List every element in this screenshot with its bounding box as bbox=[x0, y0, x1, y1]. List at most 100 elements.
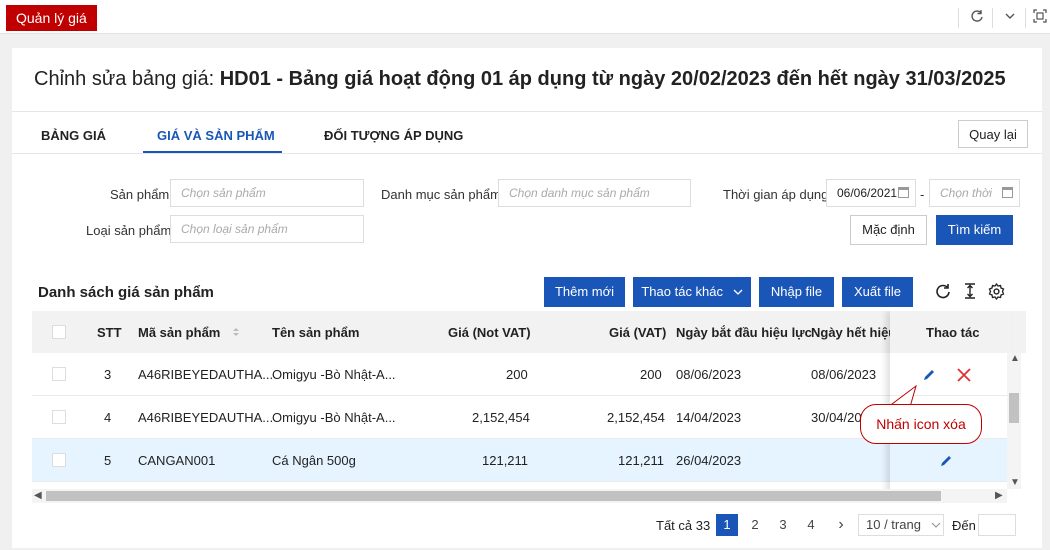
col-name: Tên sản phẩm bbox=[272, 325, 360, 340]
product-select[interactable]: Chọn sản phẩm bbox=[170, 179, 364, 207]
fullscreen-icon[interactable] bbox=[1031, 9, 1049, 27]
cell-name: Omigyu -Bò Nhật-A... bbox=[272, 410, 396, 425]
search-button[interactable]: Tìm kiếm bbox=[936, 215, 1013, 245]
cell-name: Omigyu -Bò Nhật-A... bbox=[272, 367, 396, 382]
chevron-down-icon bbox=[931, 522, 940, 528]
divider bbox=[12, 153, 1042, 154]
chevron-down-icon bbox=[733, 289, 743, 295]
table-row[interactable]: 5 CANGAN001 Cá Ngân 500g 121,211 121,211… bbox=[32, 439, 892, 482]
row-actions bbox=[890, 439, 1012, 482]
list-title: Danh sách giá sản phẩm bbox=[38, 284, 214, 301]
chevron-down-icon[interactable] bbox=[1001, 9, 1019, 27]
page-title: Chỉnh sửa bảng giá: HD01 - Bảng giá hoạt… bbox=[34, 68, 1006, 91]
title-prefix: Chỉnh sửa bảng giá: bbox=[34, 68, 220, 90]
vertical-scrollbar[interactable]: ▲ ▼ bbox=[1007, 353, 1021, 489]
page-3[interactable]: 3 bbox=[772, 514, 794, 536]
default-button[interactable]: Mặc định bbox=[850, 215, 927, 245]
col-code-label: Mã sản phẩm bbox=[138, 325, 221, 340]
sort-icon[interactable] bbox=[232, 326, 240, 338]
scroll-right-arrow[interactable]: ▶ bbox=[995, 490, 1003, 501]
tab-bang-gia[interactable]: BẢNG GIÁ bbox=[41, 128, 106, 143]
divider bbox=[958, 8, 959, 28]
scrollbar-thumb[interactable] bbox=[46, 491, 941, 501]
total-count: Tất cả 33 bbox=[656, 518, 711, 533]
date-from-value: 06/06/2021 bbox=[837, 186, 898, 200]
page-size-value: 10 / trang bbox=[866, 517, 921, 532]
app-tab[interactable]: Quản lý giá bbox=[6, 5, 97, 31]
actions-header: Thao tác bbox=[890, 311, 1012, 353]
product-label: Sản phẩm bbox=[110, 187, 170, 202]
page-2[interactable]: 2 bbox=[744, 514, 766, 536]
import-button[interactable]: Nhập file bbox=[759, 277, 834, 307]
row-checkbox[interactable] bbox=[52, 367, 66, 381]
cell-code: A46RIBEYEDAUTHA... bbox=[138, 367, 274, 382]
export-button[interactable]: Xuất file bbox=[842, 277, 913, 307]
cell-start-date: 26/04/2023 bbox=[676, 453, 742, 468]
cell-start-date: 14/04/2023 bbox=[676, 410, 742, 425]
content-card: Chỉnh sửa bảng giá: HD01 - Bảng giá hoạt… bbox=[12, 48, 1042, 548]
col-actions: Thao tác bbox=[926, 325, 980, 340]
table-row[interactable]: 4 A46RIBEYEDAUTHA... Omigyu -Bò Nhật-A..… bbox=[32, 396, 892, 439]
cell-price-novat: 2,152,454 bbox=[472, 410, 530, 425]
tab-doi-tuong-ap-dung[interactable]: ĐỐI TƯỢNG ÁP DỤNG bbox=[324, 128, 463, 143]
table-header: STT Mã sản phẩm Tên sản phẩm Giá (Not VA… bbox=[32, 311, 1026, 353]
cell-end-date: 30/04/20 bbox=[811, 410, 862, 425]
cell-stt: 5 bbox=[104, 453, 112, 468]
type-select[interactable]: Chọn loại sản phẩm bbox=[170, 215, 364, 243]
scroll-up-arrow[interactable]: ▲ bbox=[1010, 353, 1020, 364]
col-code[interactable]: Mã sản phẩm bbox=[138, 325, 240, 340]
cell-name: Cá Ngân 500g bbox=[272, 453, 356, 468]
scroll-left-arrow[interactable]: ◀ bbox=[34, 490, 42, 501]
other-actions-button[interactable]: Thao tác khác bbox=[633, 277, 751, 307]
col-start-date: Ngày bắt đầu hiệu lực bbox=[676, 325, 812, 340]
page-4[interactable]: 4 bbox=[800, 514, 822, 536]
category-label: Danh mục sản phẩm bbox=[381, 187, 501, 202]
date-from-input[interactable]: 06/06/2021 bbox=[826, 179, 916, 207]
date-separator: - bbox=[920, 187, 925, 202]
add-button[interactable]: Thêm mới bbox=[544, 277, 625, 307]
refresh-icon[interactable] bbox=[968, 9, 986, 27]
select-all-checkbox[interactable] bbox=[52, 325, 66, 339]
calendar-icon bbox=[1002, 187, 1013, 198]
calendar-icon bbox=[898, 187, 909, 198]
col-price-novat: Giá (Not VAT) bbox=[448, 325, 531, 340]
scrollbar-thumb[interactable] bbox=[1009, 393, 1019, 423]
cell-price-vat: 200 bbox=[640, 367, 662, 382]
cell-stt: 4 bbox=[104, 410, 112, 425]
tab-gia-va-san-pham[interactable]: GIÁ VÀ SẢN PHẨM bbox=[157, 128, 275, 143]
callout-annotation: Nhấn icon xóa bbox=[860, 404, 982, 444]
divider bbox=[992, 8, 993, 28]
cell-end-date: 08/06/2023 bbox=[811, 367, 877, 382]
horizontal-scrollbar[interactable]: ◀ ▶ bbox=[32, 489, 1007, 503]
time-label: Thời gian áp dụng bbox=[723, 187, 829, 202]
col-stt: STT bbox=[97, 325, 122, 340]
next-page-button[interactable]: › bbox=[830, 514, 852, 536]
divider bbox=[1025, 8, 1026, 28]
back-button[interactable]: Quay lại bbox=[958, 120, 1028, 148]
column-height-icon[interactable] bbox=[961, 283, 979, 301]
row-checkbox[interactable] bbox=[52, 410, 66, 424]
cell-price-vat: 2,152,454 bbox=[607, 410, 665, 425]
goto-page-input[interactable] bbox=[978, 514, 1016, 536]
settings-icon[interactable] bbox=[987, 282, 1005, 301]
type-label: Loại sản phẩm bbox=[86, 223, 172, 238]
title-main: HD01 - Bảng giá hoạt động 01 áp dụng từ … bbox=[219, 68, 1006, 90]
edit-icon[interactable] bbox=[939, 454, 953, 468]
date-to-input[interactable]: Chọn thời bbox=[929, 179, 1020, 207]
category-select[interactable]: Chọn danh mục sản phẩm bbox=[498, 179, 691, 207]
col-end-date: Ngày hết hiệu bbox=[811, 325, 897, 340]
divider bbox=[12, 111, 1042, 112]
edit-icon[interactable] bbox=[922, 368, 936, 382]
scroll-down-arrow[interactable]: ▼ bbox=[1010, 477, 1020, 488]
reload-icon[interactable] bbox=[934, 283, 952, 301]
page-size-select[interactable]: 10 / trang bbox=[858, 514, 944, 536]
close-icon[interactable] bbox=[956, 367, 972, 383]
top-bar: Quản lý giá bbox=[0, 0, 1050, 34]
cell-start-date: 08/06/2023 bbox=[676, 367, 742, 382]
date-to-placeholder: Chọn thời bbox=[940, 186, 992, 200]
row-checkbox[interactable] bbox=[52, 453, 66, 467]
other-actions-label: Thao tác khác bbox=[641, 284, 724, 299]
page-1[interactable]: 1 bbox=[716, 514, 738, 536]
table-row[interactable]: 3 A46RIBEYEDAUTHA... Omigyu -Bò Nhật-A..… bbox=[32, 353, 892, 396]
col-price-vat: Giá (VAT) bbox=[609, 325, 667, 340]
